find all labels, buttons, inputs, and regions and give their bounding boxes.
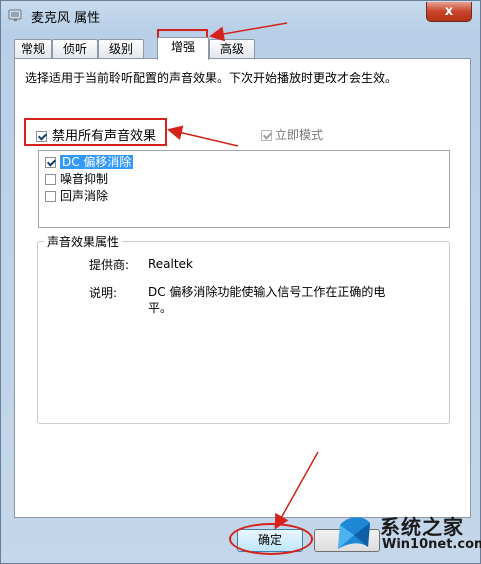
close-icon: x (444, 4, 454, 19)
tab-label: 高级 (219, 42, 244, 56)
watermark-url: Win10net.com (382, 537, 481, 552)
tab-bar: 常规 侦听 级别 增强 高级 (14, 37, 472, 60)
tab-label: 增强 (170, 40, 195, 54)
list-item[interactable]: 噪音抑制 (45, 171, 108, 187)
checkbox-icon[interactable] (45, 191, 56, 202)
watermark-title: 系统之家 (380, 515, 464, 539)
tab-label: 侦听 (62, 42, 87, 56)
tab-levels[interactable]: 级别 (98, 39, 144, 58)
watermark: 系统之家 Win10net.com (320, 508, 481, 558)
enhancement-description: 选择适用于当前聆听配置的声音效果。下次开始播放时更改才会生效。 (25, 71, 398, 85)
tab-advanced[interactable]: 高级 (209, 39, 255, 58)
checkbox-disabled-icon (261, 130, 272, 141)
effects-list[interactable]: DC 偏移消除 噪音抑制 回声消除 (38, 150, 450, 228)
annotation-box (24, 118, 167, 146)
tab-general[interactable]: 常规 (14, 39, 52, 58)
list-item[interactable]: 回声消除 (45, 188, 108, 204)
description-value: DC 偏移消除功能使输入信号工作在正确的电平。 (148, 285, 386, 315)
close-button[interactable]: x (426, 2, 472, 22)
list-item[interactable]: DC 偏移消除 (45, 154, 134, 170)
properties-window: 麦克风 属性 x 常规 侦听 级别 增强 高级 选择适用于当前聆听配置的声音效果… (0, 0, 481, 564)
title-bar[interactable]: 麦克风 属性 x (1, 1, 480, 31)
effect-label: DC 偏移消除 (60, 155, 134, 169)
tab-listen[interactable]: 侦听 (52, 39, 98, 58)
microphone-icon (8, 9, 22, 21)
tab-label: 级别 (108, 42, 133, 56)
immediate-mode-checkbox: 立即模式 (261, 126, 323, 143)
group-title: 声音效果属性 (44, 233, 123, 250)
provider-label: 提供商: (89, 258, 130, 272)
effect-label: 噪音抑制 (60, 172, 109, 186)
provider-value: Realtek (148, 257, 193, 271)
checkbox-icon[interactable] (45, 174, 56, 185)
effect-label: 回声消除 (60, 189, 109, 203)
window-title: 麦克风 属性 (31, 11, 101, 26)
annotation-ellipse (229, 523, 313, 555)
tab-label: 常规 (20, 42, 45, 56)
immediate-mode-label: 立即模式 (275, 128, 324, 142)
checkbox-checked-icon[interactable] (45, 157, 56, 168)
site-logo-icon (338, 517, 370, 549)
tab-enhancements[interactable]: 增强 (157, 37, 209, 60)
description-label: 说明: (89, 286, 118, 300)
